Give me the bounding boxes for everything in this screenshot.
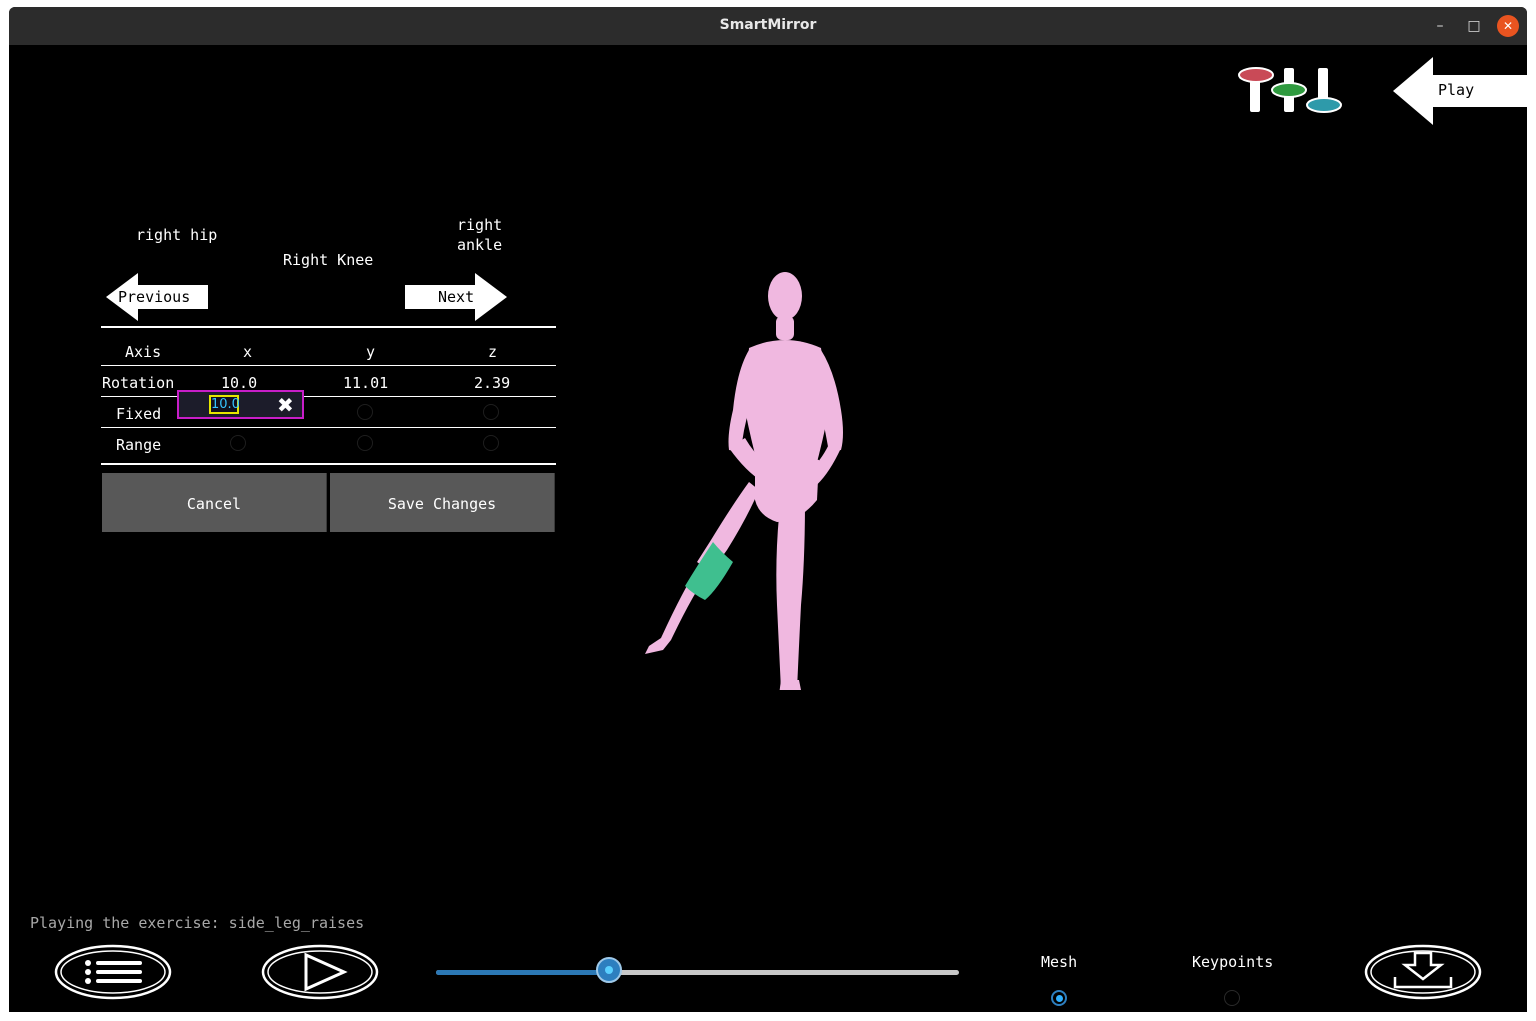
keypoints-radio[interactable] — [1224, 990, 1240, 1006]
close-button[interactable]: ✕ — [1497, 15, 1519, 37]
body-mesh-viewport[interactable] — [609, 260, 869, 690]
mesh-label: Mesh — [1041, 953, 1078, 971]
menu-button[interactable] — [53, 943, 173, 1001]
next-joint-name-line2: ankle — [457, 236, 503, 254]
table-bottom-divider — [101, 463, 556, 465]
rotation-label: Rotation — [102, 374, 175, 392]
sliders-icon[interactable] — [1237, 59, 1347, 117]
play-button[interactable]: Play — [1391, 55, 1527, 127]
download-button[interactable] — [1363, 943, 1483, 1001]
playback-slider-fill — [436, 970, 609, 975]
rotation-z-value: 2.39 — [474, 374, 511, 392]
previous-button[interactable]: Previous — [104, 271, 208, 323]
table-divider — [101, 365, 556, 366]
current-joint-name: Right Knee — [283, 251, 374, 269]
download-icon — [1393, 951, 1453, 989]
maximize-button[interactable]: □ — [1463, 15, 1485, 37]
range-y-radio[interactable] — [357, 435, 373, 451]
clear-icon[interactable]: ✖ — [277, 393, 294, 417]
previous-label: Previous — [118, 288, 191, 306]
table-divider — [101, 427, 556, 428]
fixed-x-editor: 10.0 ✖ — [177, 390, 304, 419]
previous-joint-name: right hip — [136, 226, 218, 244]
title-bar: SmartMirror – □ ✕ — [9, 7, 1527, 45]
cancel-button[interactable]: Cancel — [102, 473, 327, 532]
rotation-y-value: 11.01 — [343, 374, 389, 392]
fixed-x-input[interactable]: 10.0 — [209, 395, 240, 414]
window-title: SmartMirror — [719, 17, 817, 33]
table-top-divider — [101, 326, 556, 328]
mesh-radio[interactable] — [1051, 990, 1067, 1006]
main-content: Play right hip Right Knee right ankle Pr… — [9, 45, 1527, 1012]
header-axis: Axis — [125, 343, 162, 361]
header-y: y — [366, 343, 376, 361]
playback-slider[interactable] — [436, 957, 959, 983]
play-icon — [304, 952, 348, 992]
table-divider — [101, 396, 556, 397]
app-window: SmartMirror – □ ✕ Play right hip Right K… — [9, 7, 1527, 1012]
playback-slider-handle[interactable] — [596, 957, 622, 983]
range-label: Range — [116, 436, 162, 454]
fixed-z-radio[interactable] — [483, 404, 499, 420]
fixed-y-radio[interactable] — [357, 404, 373, 420]
status-text: Playing the exercise: side_leg_raises — [30, 914, 365, 932]
next-button[interactable]: Next — [405, 271, 509, 323]
next-joint-name-line1: right — [457, 216, 503, 234]
fixed-label: Fixed — [116, 405, 162, 423]
next-label: Next — [438, 288, 475, 306]
header-z: z — [488, 343, 498, 361]
header-x: x — [243, 343, 253, 361]
minimize-button[interactable]: – — [1429, 15, 1451, 37]
range-z-radio[interactable] — [483, 435, 499, 451]
keypoints-label: Keypoints — [1192, 953, 1274, 971]
play-label: Play — [1438, 81, 1475, 99]
list-icon — [85, 960, 142, 984]
range-x-radio[interactable] — [230, 435, 246, 451]
save-changes-button[interactable]: Save Changes — [330, 473, 555, 532]
play-pause-button[interactable] — [260, 943, 380, 1001]
